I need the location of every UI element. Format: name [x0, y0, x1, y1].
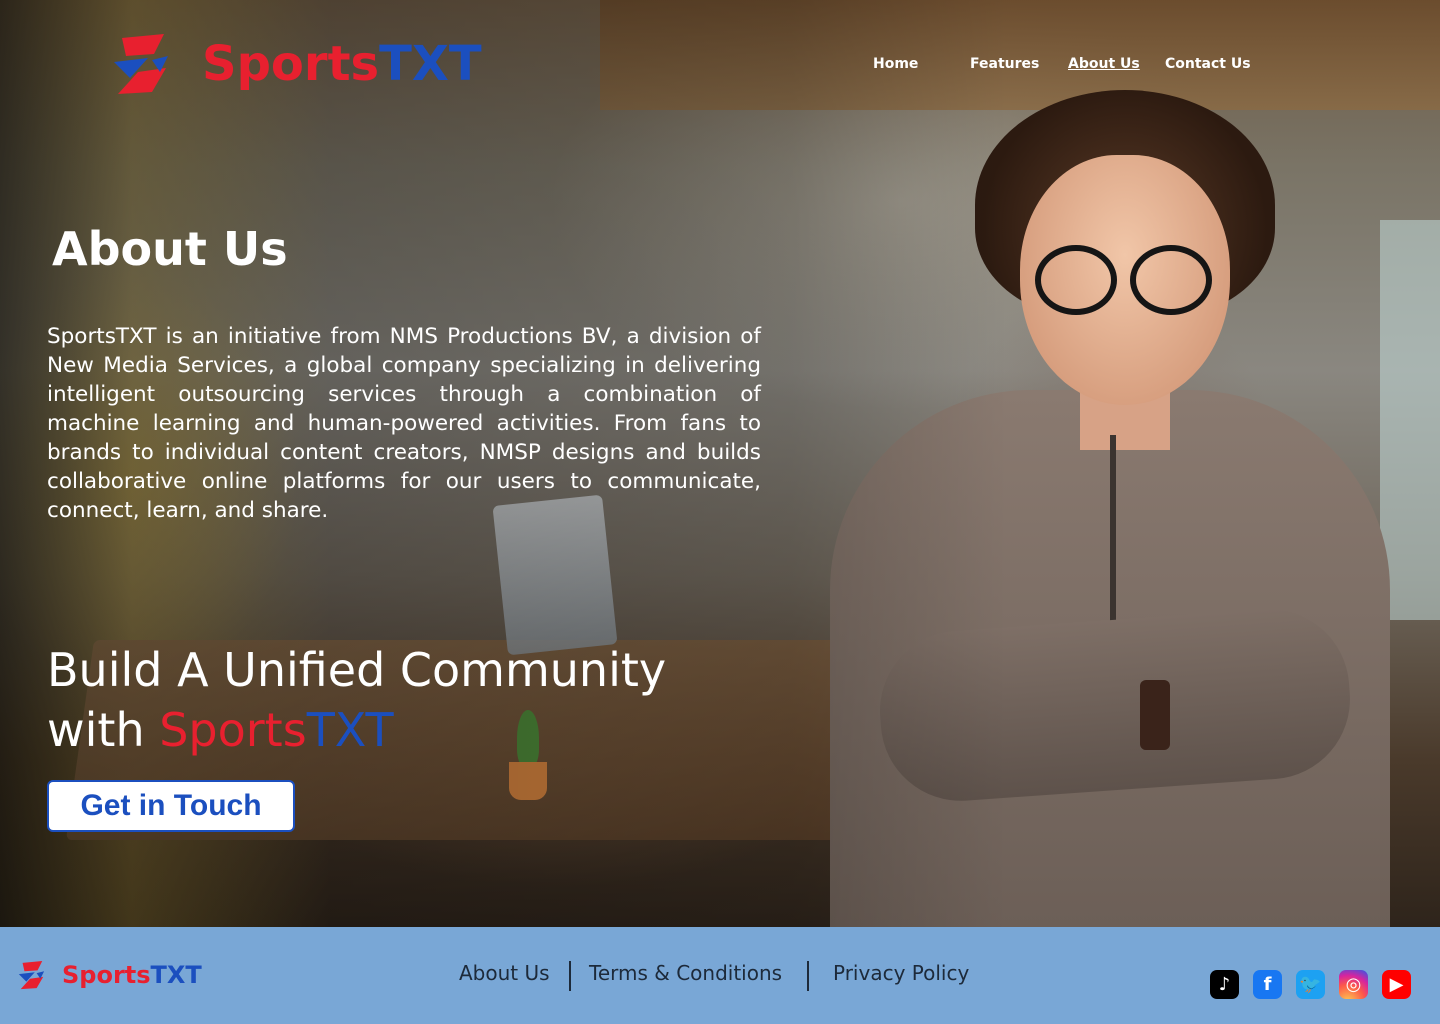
header-logo[interactable]: SportsTXT	[108, 32, 482, 96]
logo-wordmark: SportsTXT	[202, 36, 482, 92]
youtube-icon[interactable]: ▶	[1382, 970, 1411, 999]
about-paragraph: SportsTXT is an initiative from NMS Prod…	[47, 324, 761, 523]
footer-logo-wordmark: SportsTXT	[62, 961, 202, 989]
logo-sports: Sports	[202, 36, 380, 92]
logo-txt: TXT	[379, 36, 482, 92]
footer: SportsTXT About Us Terms & Conditions Pr…	[0, 927, 1440, 1024]
footer-logo-sports: Sports	[62, 961, 151, 989]
footer-link-privacy[interactable]: Privacy Policy	[833, 961, 969, 985]
sportstxt-logo-icon	[108, 32, 172, 96]
nav-home[interactable]: Home	[873, 56, 918, 72]
headline-txt: TXT	[306, 703, 394, 757]
footer-link-about-us[interactable]: About Us	[459, 961, 550, 985]
footer-logo[interactable]: SportsTXT	[16, 960, 202, 990]
footer-divider	[807, 961, 809, 991]
tiktok-icon[interactable]: ♪	[1210, 970, 1239, 999]
get-in-touch-button[interactable]: Get in Touch	[47, 780, 295, 832]
footer-link-terms[interactable]: Terms & Conditions	[589, 961, 782, 985]
nav-about-us[interactable]: About Us	[1068, 56, 1140, 72]
social-links: ♪ f 🐦 ◎ ▶	[1210, 970, 1411, 999]
nav-contact-us[interactable]: Contact Us	[1165, 56, 1251, 72]
headline-with: with	[47, 703, 160, 757]
page-title: About Us	[52, 222, 288, 276]
instagram-icon[interactable]: ◎	[1339, 970, 1368, 999]
headline-line-1: Build A Unified Community	[47, 643, 667, 697]
footer-divider	[569, 961, 571, 991]
footer-logo-txt: TXT	[150, 961, 202, 989]
headline-sports: Sports	[159, 703, 307, 757]
sportstxt-logo-icon	[16, 960, 46, 990]
twitter-icon[interactable]: 🐦	[1296, 970, 1325, 999]
headline-line-2: with SportsTXT	[47, 700, 666, 760]
headline: Build A Unified Community with SportsTXT	[47, 640, 666, 760]
nav-features[interactable]: Features	[970, 56, 1039, 72]
facebook-icon[interactable]: f	[1253, 970, 1282, 999]
